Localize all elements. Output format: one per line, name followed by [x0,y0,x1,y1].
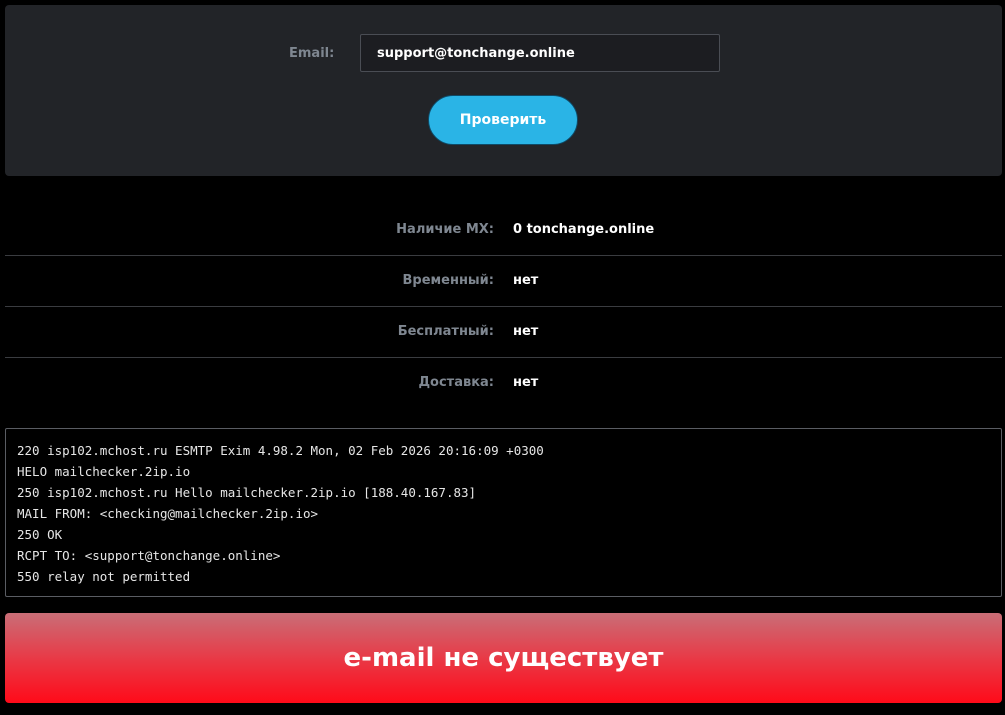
log-line: 250 isp102.mchost.ru Hello mailchecker.2… [17,485,477,500]
results-table: Наличие MX: 0 tonchange.online Временный… [5,205,1002,408]
log-line: 220 isp102.mchost.ru ESMTP Exim 4.98.2 M… [17,443,544,458]
verdict-text: e-mail не существует [343,643,664,673]
result-value: нет [513,375,539,390]
result-value: нет [513,273,539,288]
log-line: 550 relay not permitted [17,569,191,584]
result-row-temporary: Временный: нет [5,256,1002,307]
result-label: Доставка: [418,375,494,390]
result-value: 0 tonchange.online [513,222,655,237]
log-line: HELO mailchecker.2ip.io [17,464,191,479]
result-label: Временный: [402,273,494,288]
email-check-form: Email: Проверить [5,5,1002,176]
email-label: Email: [289,46,335,61]
smtp-log: 220 isp102.mchost.ru ESMTP Exim 4.98.2 M… [5,428,1002,597]
verdict-banner: e-mail не существует [5,613,1002,703]
check-button[interactable]: Проверить [428,95,578,145]
log-line: RCPT TO: <support@tonchange.online> [17,548,281,563]
result-row-mx: Наличие MX: 0 tonchange.online [5,205,1002,256]
result-row-free: Бесплатный: нет [5,307,1002,358]
result-row-delivery: Доставка: нет [5,358,1002,408]
log-line: 250 OK [17,527,63,542]
result-value: нет [513,324,539,339]
result-label: Бесплатный: [397,324,494,339]
log-line: MAIL FROM: <checking@mailchecker.2ip.io> [17,506,319,521]
email-input[interactable] [360,34,720,72]
result-label: Наличие MX: [396,222,494,237]
